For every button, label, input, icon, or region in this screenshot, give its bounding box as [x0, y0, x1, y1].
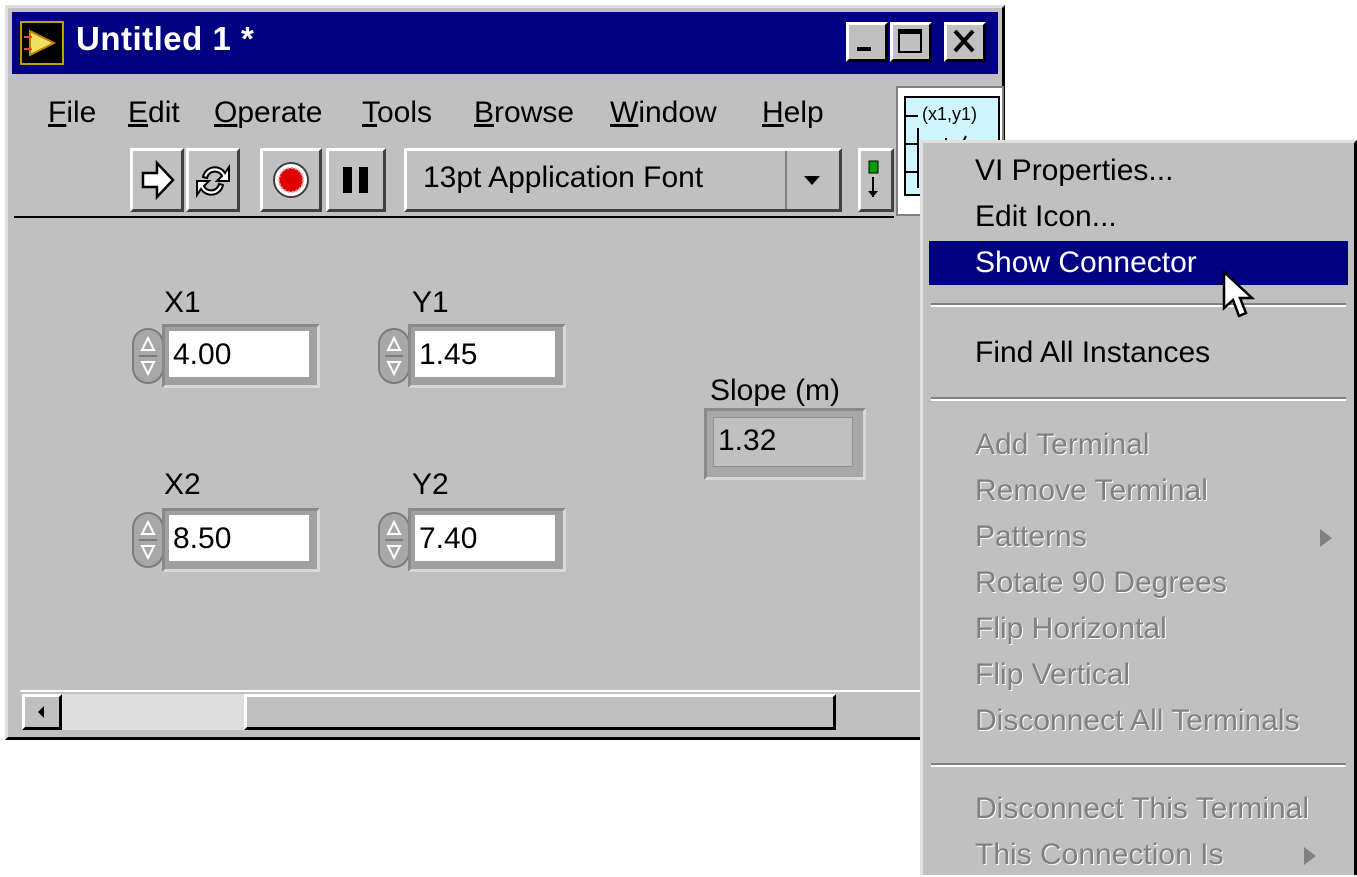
x2-control: 8.50 [132, 508, 326, 572]
scroll-left-arrow-icon [38, 706, 44, 718]
y1-control: 1.45 [378, 324, 572, 388]
menu-window[interactable]: Window [610, 96, 717, 130]
x2-frame: 8.50 [162, 508, 320, 572]
window-title: Untitled 1 * [76, 20, 255, 57]
submenu-arrow-icon [1304, 847, 1316, 865]
scrollbar-track[interactable] [62, 694, 244, 730]
context-menu: VI Properties... Edit Icon... Show Conne… [920, 140, 1357, 875]
title-bar[interactable]: Untitled 1 * [12, 12, 998, 74]
menu-separator [931, 763, 1346, 767]
pause-button[interactable] [326, 148, 386, 212]
x2-label: X2 [164, 468, 201, 501]
menu-item-flip-horizontal[interactable]: Flip Horizontal [929, 607, 1348, 651]
run-button[interactable] [130, 148, 184, 212]
menu-help[interactable]: Help [762, 96, 824, 130]
pause-icon [343, 167, 368, 193]
align-objects-button[interactable] [858, 148, 894, 212]
menu-item-patterns[interactable]: Patterns [929, 515, 1348, 559]
menu-edit[interactable]: Edit [128, 96, 180, 130]
y1-label: Y1 [412, 286, 449, 319]
minimize-icon [857, 47, 871, 51]
vi-window: Untitled 1 * File Edit Operate Tools Bro… [5, 5, 1005, 740]
up-down-arrows-icon [385, 519, 403, 561]
y2-increment-decrement[interactable] [378, 512, 410, 568]
menu-file[interactable]: File [48, 96, 96, 130]
submenu-arrow-icon [1320, 529, 1332, 547]
menu-item-disconnect-this-terminal[interactable]: Disconnect This Terminal [929, 787, 1348, 831]
align-objects-icon [868, 160, 879, 197]
menu-item-show-connector[interactable]: Show Connector [929, 241, 1348, 285]
menu-item-edit-icon[interactable]: Edit Icon... [929, 195, 1348, 239]
close-icon [953, 29, 975, 53]
menu-item-add-terminal[interactable]: Add Terminal [929, 423, 1348, 467]
x1-control: 4.00 [132, 324, 326, 388]
menu-item-flip-vertical[interactable]: Flip Vertical [929, 653, 1348, 697]
scrollbar-thumb[interactable] [244, 694, 836, 730]
menu-item-vi-properties[interactable]: VI Properties... [929, 149, 1348, 193]
menu-item-rotate-90[interactable]: Rotate 90 Degrees [929, 561, 1348, 605]
y2-frame: 7.40 [408, 508, 566, 572]
menu-tools[interactable]: Tools [362, 96, 432, 130]
menu-separator [931, 397, 1346, 401]
run-continuously-button[interactable] [186, 148, 240, 212]
maximize-button[interactable] [890, 22, 932, 62]
minimize-button[interactable] [846, 22, 888, 62]
slope-label: Slope (m) [710, 374, 841, 407]
y2-label: Y2 [412, 468, 449, 501]
menu-browse[interactable]: Browse [474, 96, 574, 130]
x1-input[interactable]: 4.00 [169, 331, 309, 377]
up-down-arrows-icon [139, 335, 157, 377]
menu-operate[interactable]: Operate [214, 96, 322, 130]
maximize-icon [898, 29, 922, 53]
scroll-left-button[interactable] [22, 694, 62, 730]
y1-frame: 1.45 [408, 324, 566, 388]
abort-icon [273, 162, 309, 198]
font-ring-label: 13pt Application Font [423, 161, 704, 194]
slope-indicator: 1.32 [713, 417, 853, 467]
run-continuously-icon [196, 163, 230, 199]
up-down-arrows-icon [139, 519, 157, 561]
y1-input[interactable]: 1.45 [415, 331, 555, 377]
mouse-pointer-icon [1222, 270, 1256, 318]
abort-button[interactable] [260, 148, 322, 212]
menu-item-find-all-instances[interactable]: Find All Instances [929, 331, 1348, 375]
x1-label: X1 [164, 286, 201, 319]
menu-item-this-connection-is-label: This Connection Is [975, 838, 1224, 871]
y2-input[interactable]: 7.40 [415, 515, 555, 561]
menu-item-this-connection-is[interactable]: This Connection Is [929, 833, 1348, 877]
run-arrow-icon [141, 159, 175, 201]
menu-item-patterns-label: Patterns [975, 520, 1087, 553]
up-down-arrows-icon [385, 335, 403, 377]
menu-item-remove-terminal[interactable]: Remove Terminal [929, 469, 1348, 513]
chevron-down-icon [804, 176, 820, 185]
x1-increment-decrement[interactable] [132, 328, 164, 384]
menu-separator [931, 303, 1346, 307]
labview-vi-icon[interactable] [20, 21, 64, 65]
x2-increment-decrement[interactable] [132, 512, 164, 568]
menu-item-disconnect-all-terminals[interactable]: Disconnect All Terminals [929, 699, 1348, 743]
slope-indicator-frame: 1.32 [704, 408, 866, 480]
menu-bar: File Edit Operate Tools Browse Window He… [14, 84, 894, 142]
y2-control: 7.40 [378, 508, 572, 572]
y1-increment-decrement[interactable] [378, 328, 410, 384]
x1-frame: 4.00 [162, 324, 320, 388]
x2-input[interactable]: 8.50 [169, 515, 309, 561]
font-ring-dropdown[interactable] [785, 151, 839, 209]
close-button[interactable] [944, 22, 986, 62]
font-ring[interactable]: 13pt Application Font [404, 148, 842, 212]
